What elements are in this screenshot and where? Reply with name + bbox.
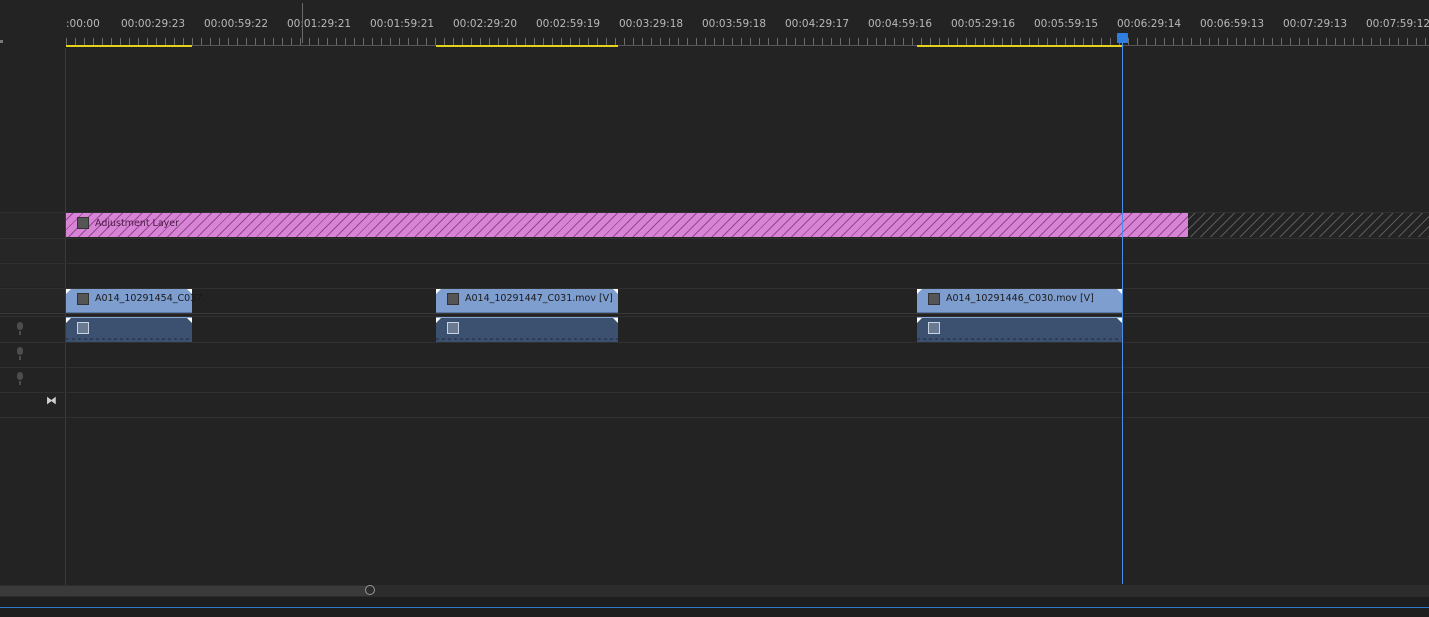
fx-badge-icon bbox=[447, 293, 459, 305]
ruler-baseline bbox=[66, 45, 1429, 46]
fx-badge-icon bbox=[447, 322, 459, 334]
scrollbar-thumb[interactable] bbox=[0, 586, 370, 596]
fx-badge-icon bbox=[77, 293, 89, 305]
video-clip[interactable]: A014_10291454_C037. bbox=[66, 289, 205, 313]
track-divider bbox=[0, 392, 1429, 393]
clip-start-marker bbox=[917, 289, 922, 294]
ruler-timecode: 00:05:59:15 bbox=[1034, 18, 1099, 30]
render-bar-segment bbox=[66, 45, 192, 47]
ruler-timecode: 00:00:59:22 bbox=[204, 18, 269, 30]
audio-waveform bbox=[436, 338, 618, 340]
clip-start-marker bbox=[917, 318, 922, 323]
ruler-timecode: 00:04:59:16 bbox=[868, 18, 933, 30]
ruler-timecode: :00:00 bbox=[66, 18, 100, 30]
adjustment-layer-clip[interactable]: Adjustment Layer bbox=[66, 213, 1188, 237]
ruler-timecode: 00:01:59:21 bbox=[370, 18, 435, 30]
playhead-line[interactable] bbox=[1122, 40, 1123, 584]
clip-start-marker bbox=[66, 318, 71, 323]
render-bar-segment bbox=[917, 45, 1122, 47]
playhead-handle[interactable] bbox=[1117, 33, 1128, 43]
track-header-v2[interactable] bbox=[0, 263, 65, 287]
video-clip[interactable]: A014_10291447_C031.mov [V] bbox=[436, 289, 618, 313]
fx-badge-icon bbox=[77, 322, 89, 334]
clip-end-marker bbox=[613, 318, 618, 323]
microphone-icon[interactable] bbox=[15, 322, 25, 336]
audio-clip[interactable] bbox=[66, 317, 192, 342]
ruler-left-marker bbox=[0, 40, 3, 43]
track-divider bbox=[0, 288, 1429, 289]
clip-start-marker bbox=[66, 289, 71, 294]
zoom-handle[interactable] bbox=[365, 585, 375, 595]
ruler-timecode: 00:00:29:23 bbox=[121, 18, 186, 30]
panel-focus-line bbox=[0, 607, 1429, 608]
clip-start-marker bbox=[436, 289, 441, 294]
track-divider bbox=[0, 238, 1429, 239]
track-divider bbox=[0, 316, 1429, 317]
microphone-icon[interactable] bbox=[15, 372, 25, 386]
track-divider bbox=[0, 263, 1429, 264]
ruler-timecode: 00:04:29:17 bbox=[785, 18, 850, 30]
track-header-v1[interactable] bbox=[0, 288, 65, 312]
ruler-timecode: 00:06:29:14 bbox=[1117, 18, 1182, 30]
fx-badge-icon bbox=[77, 217, 89, 229]
audio-clip[interactable] bbox=[436, 317, 618, 342]
ruler-timecode: 00:06:59:13 bbox=[1200, 18, 1265, 30]
ruler-timecode: 00:07:29:13 bbox=[1283, 18, 1348, 30]
track-header-v3[interactable] bbox=[0, 238, 65, 262]
ruler-timecode: 00:03:29:18 bbox=[619, 18, 684, 30]
render-bar-segment bbox=[436, 45, 618, 47]
adjustment-layer-overflow bbox=[1188, 213, 1429, 237]
clip-label: A014_10291447_C031.mov [V] bbox=[465, 293, 613, 304]
track-divider bbox=[0, 342, 1429, 343]
fx-badge-icon bbox=[928, 322, 940, 334]
time-ruler[interactable]: :00:00 00:00:29:23 00:00:59:22 00:01:29:… bbox=[0, 0, 1429, 48]
ruler-timecode: 00:02:29:20 bbox=[453, 18, 518, 30]
audio-clip[interactable] bbox=[917, 317, 1122, 342]
ruler-divider bbox=[302, 3, 303, 43]
track-divider bbox=[0, 417, 1429, 418]
clip-end-marker bbox=[613, 289, 618, 294]
clip-label: A014_10291446_C030.mov [V] bbox=[946, 293, 1094, 304]
track-header-v4[interactable] bbox=[0, 213, 65, 237]
ruler-timecode: 00:02:59:19 bbox=[536, 18, 601, 30]
clip-end-marker bbox=[187, 318, 192, 323]
audio-waveform bbox=[917, 338, 1122, 340]
ruler-timecode: 00:01:29:21 bbox=[287, 18, 352, 30]
track-divider bbox=[0, 367, 1429, 368]
clip-label: Adjustment Layer bbox=[95, 218, 180, 229]
video-clip[interactable]: A014_10291446_C030.mov [V] bbox=[917, 289, 1122, 313]
bowtie-icon[interactable]: ⧓ bbox=[46, 394, 57, 407]
ruler-timecode: 00:03:59:18 bbox=[702, 18, 767, 30]
fx-badge-icon bbox=[928, 293, 940, 305]
clip-start-marker bbox=[436, 318, 441, 323]
microphone-icon[interactable] bbox=[15, 347, 25, 361]
track-divider bbox=[0, 313, 1429, 314]
clip-label: A014_10291454_C037. bbox=[95, 293, 206, 304]
audio-waveform bbox=[66, 338, 192, 340]
ruler-timecode: 00:05:29:16 bbox=[951, 18, 1016, 30]
ruler-timecode: 00:07:59:12 bbox=[1366, 18, 1429, 30]
